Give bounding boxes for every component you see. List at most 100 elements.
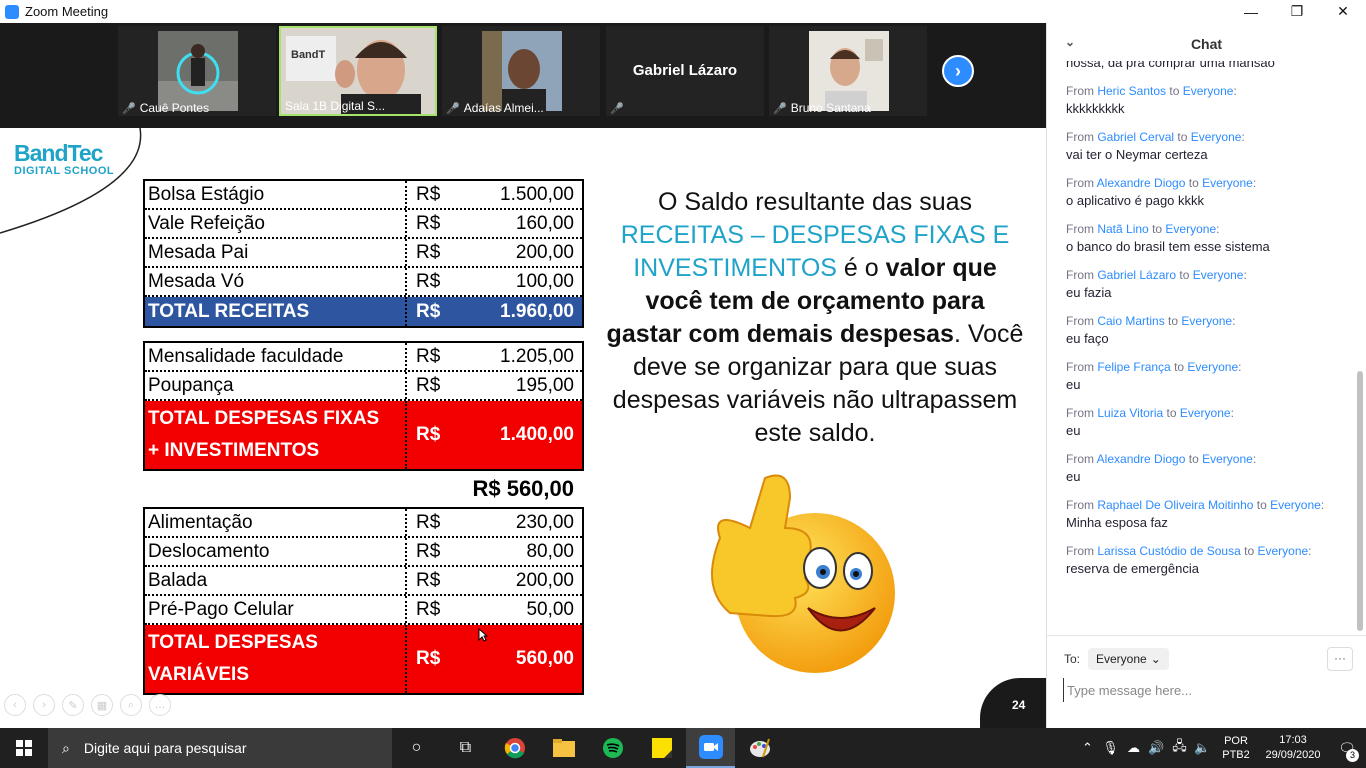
row-value: 1.205,00: [500, 345, 574, 367]
message-sender[interactable]: Luiza Vitoria: [1097, 406, 1163, 420]
input-language[interactable]: POR PTB2: [1220, 734, 1252, 762]
message-recipient[interactable]: Everyone: [1202, 452, 1253, 466]
chrome-icon[interactable]: [490, 728, 539, 768]
chat-message: From Caio Martins to Everyone: eu faço: [1066, 313, 1355, 348]
zoom-icon[interactable]: ⌕: [120, 694, 142, 716]
network-icon[interactable]: 🖧: [1168, 737, 1191, 759]
row-currency: R$: [416, 511, 441, 533]
row-value: 195,00: [515, 374, 574, 396]
thumbs-up-emoji-icon: [711, 474, 895, 673]
prev-slide-icon[interactable]: ‹: [4, 694, 26, 716]
row-label-line: TOTAL DESPESAS: [148, 632, 318, 653]
spotify-icon[interactable]: [588, 728, 637, 768]
row-label: Mesada Pai: [145, 239, 407, 266]
participant-video: [809, 31, 889, 111]
message-sender[interactable]: Gabriel Cerval: [1097, 130, 1174, 144]
message-recipient[interactable]: Everyone: [1270, 498, 1321, 512]
paint-icon[interactable]: [735, 728, 784, 768]
to-word: to: [1188, 452, 1199, 466]
message-text: eu: [1066, 377, 1081, 392]
minimize-button[interactable]: —: [1228, 0, 1274, 23]
row-currency: R$: [416, 374, 441, 396]
message-sender[interactable]: Raphael De Oliveira Moitinho: [1097, 498, 1253, 512]
participant-tile-active[interactable]: BandT Sala 1B Digital S...: [279, 26, 437, 116]
restore-button[interactable]: ❐: [1274, 0, 1320, 23]
recipient-dropdown[interactable]: Everyone ⌄: [1088, 648, 1169, 670]
microphone-icon[interactable]: 🎙: [1099, 740, 1122, 756]
message-recipient[interactable]: Everyone: [1165, 222, 1216, 236]
message-recipient[interactable]: Everyone: [1257, 544, 1308, 558]
row-value: 560,00: [515, 648, 574, 669]
chat-messages[interactable]: nossa, da pra comprar uma mansao From He…: [1047, 61, 1355, 633]
message-sender[interactable]: Alexandre Diogo: [1097, 176, 1186, 190]
window-titlebar: Zoom Meeting — ❐ ✕: [0, 0, 1366, 23]
pen-icon[interactable]: ✎: [62, 694, 84, 716]
message-sender[interactable]: Natã Lino: [1097, 222, 1148, 236]
more-options-icon[interactable]: …: [149, 694, 171, 716]
notification-icon[interactable]: 🗨 3: [1328, 728, 1366, 768]
chevron-down-icon[interactable]: ⌄: [1065, 35, 1075, 49]
chat-message-input[interactable]: [1063, 678, 1353, 702]
message-sender[interactable]: Gabriel Lázaro: [1097, 268, 1176, 282]
sticky-notes-icon[interactable]: [637, 728, 686, 768]
to-word: to: [1166, 406, 1177, 420]
row-currency: R$: [416, 540, 441, 562]
message-recipient[interactable]: Everyone: [1202, 176, 1253, 190]
taskbar-search[interactable]: ⌕ Digite aqui para pesquisar: [48, 728, 392, 768]
row-label: TOTAL DESPESAS VARIÁVEIS: [145, 625, 407, 693]
file-explorer-icon[interactable]: [539, 728, 588, 768]
logo-subtext: DIGITAL SCHOOL: [14, 165, 115, 177]
table-row: Poupança R$ 195,00: [145, 372, 582, 401]
from-word: From: [1066, 498, 1094, 512]
message-recipient[interactable]: Everyone: [1187, 360, 1238, 374]
close-button[interactable]: ✕: [1320, 0, 1366, 23]
from-word: From: [1066, 314, 1094, 328]
from-word: From: [1066, 222, 1094, 236]
cortana-icon[interactable]: ○: [392, 728, 441, 768]
onedrive-icon[interactable]: ☁: [1122, 740, 1145, 756]
message-sender[interactable]: Felipe França: [1097, 360, 1170, 374]
row-currency: R$: [416, 212, 441, 234]
participant-tile[interactable]: 🎤 Adaías Almei...: [442, 26, 600, 116]
participant-tile[interactable]: Gabriel Lázaro 🎤: [606, 26, 764, 116]
zoom-taskbar-icon[interactable]: [686, 728, 735, 768]
volume-icon[interactable]: 🔊: [1145, 740, 1168, 756]
to-word: to: [1244, 544, 1255, 558]
message-sender[interactable]: Alexandre Diogo: [1097, 452, 1186, 466]
row-label-line: TOTAL DESPESAS FIXAS: [148, 408, 380, 429]
participant-tile[interactable]: 🎤 Bruno Santana: [769, 26, 927, 116]
chat-message: From Heric Santos to Everyone: kkkkkkkkk: [1066, 83, 1355, 118]
from-word: From: [1066, 84, 1094, 98]
chat-panel: ⌄ Chat nossa, da pra comprar uma mansao …: [1046, 23, 1366, 728]
next-slide-icon[interactable]: ›: [33, 694, 55, 716]
text-part: é o: [836, 254, 886, 282]
from-word: From: [1066, 360, 1094, 374]
participant-tile[interactable]: 🎤 Cauê Pontes: [118, 26, 276, 116]
windows-start-icon[interactable]: [0, 728, 48, 768]
message-recipient[interactable]: Everyone: [1193, 268, 1244, 282]
speaker-icon[interactable]: 🔈: [1191, 740, 1214, 756]
table-row: Vale Refeição R$ 160,00: [145, 210, 582, 239]
message-sender[interactable]: Heric Santos: [1097, 84, 1166, 98]
chevron-up-icon[interactable]: ⌃: [1076, 740, 1099, 756]
shared-slide: BandTec DIGITAL SCHOOL Bolsa Estágio R$ 1.…: [0, 128, 1046, 728]
message-recipient[interactable]: Everyone: [1180, 406, 1231, 420]
slides-grid-icon[interactable]: ▦: [91, 694, 113, 716]
message-sender[interactable]: Caio Martins: [1097, 314, 1164, 328]
from-word: From: [1066, 406, 1094, 420]
row-label-line: + INVESTIMENTOS: [148, 440, 320, 461]
task-view-icon[interactable]: ⧉: [441, 728, 490, 768]
chat-scrollbar[interactable]: [1357, 371, 1363, 631]
row-label: TOTAL RECEITAS: [145, 297, 407, 326]
more-options-button[interactable]: ···: [1327, 647, 1353, 671]
message-sender[interactable]: Larissa Custódio de Sousa: [1097, 544, 1240, 558]
message-text: nossa, da pra comprar uma mansao: [1066, 61, 1275, 70]
message-recipient[interactable]: Everyone: [1191, 130, 1242, 144]
row-value: 80,00: [526, 540, 574, 562]
next-page-arrow-icon[interactable]: ›: [942, 55, 974, 87]
row-value: 200,00: [515, 241, 574, 263]
muted-mic-icon: 🎤: [610, 103, 624, 115]
message-recipient[interactable]: Everyone: [1183, 84, 1234, 98]
system-clock[interactable]: 17:03 29/09/2020: [1258, 733, 1328, 763]
message-recipient[interactable]: Everyone: [1181, 314, 1232, 328]
